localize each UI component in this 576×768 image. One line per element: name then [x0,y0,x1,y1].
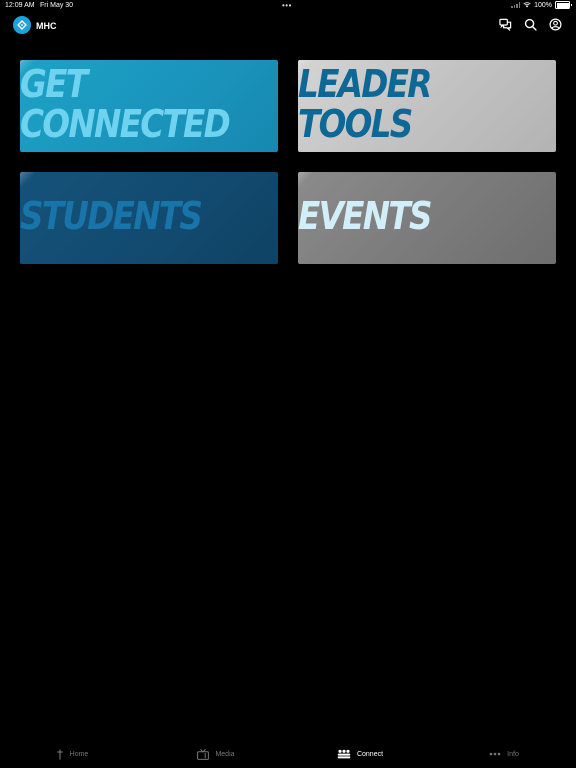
status-indicators: 100% [511,1,572,9]
tile-title-line-1: LEADER [298,62,432,106]
tile-title: EVENTS [298,194,433,238]
app-header: MHC [0,14,576,38]
status-date: Fri May 30 [40,2,74,9]
tile-students[interactable]: STUDENTS [20,172,278,264]
tile-title-line-2: TOOLS [298,102,413,146]
tile-title-line-1: STUDENTS [20,194,203,238]
tab-connect[interactable]: Connect [288,740,432,768]
status-bar: 12:09 AM Fri May 30 ••• 100% [0,0,576,12]
chat-bubbles-icon[interactable] [499,18,512,31]
paper-crease [20,172,34,186]
tab-info[interactable]: Info [432,740,576,768]
tile-title: STUDENTS [20,194,203,238]
tab-home[interactable]: Home [0,740,144,768]
tile-leader-tools[interactable]: LEADER TOOLS [298,60,556,152]
wifi-icon [523,2,531,8]
tv-icon [197,748,210,760]
battery-percent: 100% [534,1,552,9]
tab-bar: Home Media Connect Info [0,740,576,768]
tab-label: Connect [356,750,384,758]
tab-media[interactable]: Media [144,740,288,768]
tab-label: Media [215,750,235,758]
search-icon[interactable] [524,18,537,31]
cross-icon [56,749,64,760]
signal-icon [511,2,521,8]
tab-label: Info [507,750,519,758]
more-dots-icon [489,752,501,756]
multitasking-dots[interactable]: ••• [282,1,292,10]
tab-label: Home [69,750,89,758]
paper-crease [298,172,312,186]
tile-events[interactable]: EVENTS [298,172,556,264]
app-title: MHC [36,21,57,31]
profile-icon[interactable] [549,18,562,31]
battery-icon [555,1,572,9]
tile-title-line-2: CONNECTED [20,102,231,146]
status-time: 12:09 AM [5,2,35,9]
header-actions [499,18,562,31]
tile-title-line-1: GET [20,62,88,106]
tile-title: LEADER TOOLS [298,62,432,146]
tile-title: GET CONNECTED [20,62,231,146]
tile-get-connected[interactable]: GET CONNECTED [20,60,278,152]
app-logo-icon[interactable] [13,16,31,34]
tile-title-line-1: EVENTS [298,194,433,238]
group-icon [337,749,351,759]
app-screen: 12:09 AM Fri May 30 ••• 100% MHC GET CON… [0,0,576,768]
